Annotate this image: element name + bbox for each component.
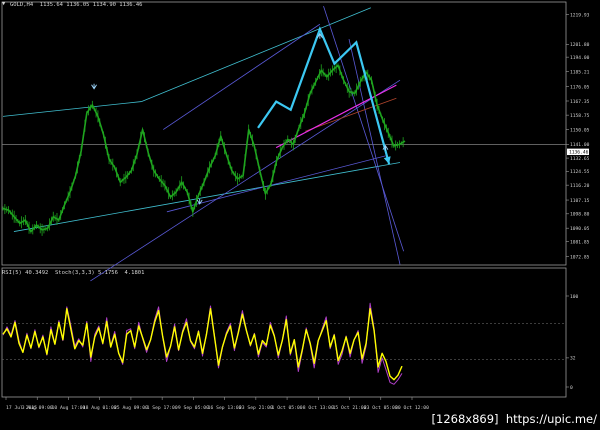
time-tick-label: 9 Sep 05:00 [178, 405, 209, 411]
trend-line-upper-cyan [2, 101, 142, 117]
price-tick-label: 1185.21 [570, 69, 590, 75]
price-tick-label: 1150.05 [570, 127, 590, 133]
pattern-polyline [257, 26, 391, 165]
time-tick-label: 3 Aug 09:00 [22, 405, 53, 411]
current-price-label: 1136.46 [569, 150, 589, 156]
trend-line-upper-cyan-2 [141, 7, 372, 102]
time-tick-label: 15 Oct 21:00 [333, 405, 367, 411]
support-line-magenta [275, 84, 397, 149]
price-tick-label: 1219.93 [570, 12, 590, 18]
time-tick-label: 23 Sep 21:00 [239, 405, 273, 411]
price-series [2, 61, 406, 236]
stochastic-line [2, 302, 403, 385]
symbol-dropdown-icon[interactable]: ▼ [2, 1, 5, 7]
time-tick-label: 1 Sep 17:00 [147, 405, 178, 411]
channel-line-blue-upper [163, 23, 321, 130]
price-tick-label: 1158.75 [570, 113, 590, 119]
chart-header: GOLD,H4 1135.64 1136.05 1134.90 1136.46 [10, 2, 143, 8]
time-tick-label: 1 Oct 05:00 [272, 405, 303, 411]
time-tick-label: 16 Sep 13:00 [208, 405, 242, 411]
time-tick-label: 8 Oct 13:00 [303, 405, 334, 411]
price-tick-label: 1167.35 [570, 99, 590, 105]
time-tick-label: 30 Oct 12:00 [395, 405, 429, 411]
price-tick-label: 1176.05 [570, 84, 590, 90]
watermark: [1268x869] https://upic.me/ [431, 412, 597, 426]
chart-window: 100 32 0 1219.93 1201.80 1194.00 1185.21 1176.… [0, 0, 600, 430]
descending-line-2 [348, 38, 401, 265]
time-tick-label: 10 Aug 17:00 [52, 405, 86, 411]
time-tick-label: 18 Aug 01:00 [83, 405, 117, 411]
price-tick-label: 1132.65 [570, 156, 590, 162]
price-line [2, 64, 406, 233]
price-tick-label: 1124.55 [570, 169, 590, 175]
rsi-line [2, 308, 403, 381]
indicator-tick-label: 0 [570, 385, 573, 391]
indicator-header: RSI(5) 40.3492 Stoch(3,3,3) 5.1756 4.180… [2, 270, 145, 276]
price-tick-label: 1081.85 [570, 239, 590, 245]
up-arrow-marker [91, 83, 97, 90]
chart-canvas[interactable]: 100 32 0 1219.93 1201.80 1194.00 1185.21 1176.… [0, 0, 600, 430]
indicator-panel: 100 32 0 [2, 294, 579, 391]
axes: 1219.93 1201.80 1194.00 1185.21 1176.05 1167.… [5, 12, 590, 411]
main-panel-frame [1, 1, 567, 266]
time-tick-label: 23 Oct 05:00 [364, 405, 398, 411]
resistance-line [305, 97, 397, 132]
indicator-tick-label: 32 [570, 356, 576, 362]
descending-line-1 [323, 6, 405, 252]
price-tick-label: 1201.80 [570, 42, 590, 48]
price-tick-label: 1107.15 [570, 198, 590, 204]
channel-line-blue-lower [90, 79, 401, 282]
price-tick-label: 1098.80 [570, 212, 590, 218]
time-tick-label: 25 Aug 09:00 [114, 405, 148, 411]
price-tick-label: 1090.05 [570, 226, 590, 232]
price-tick-label: 1141.00 [570, 142, 590, 148]
indicator-tick-label: 100 [570, 294, 579, 300]
price-tick-label: 1116.20 [570, 183, 590, 189]
trend-lines [2, 6, 405, 282]
price-tick-label: 1072.85 [570, 254, 590, 260]
price-tick-label: 1194.00 [570, 55, 590, 61]
pattern-arrow [257, 26, 391, 165]
panel-frames [1, 1, 567, 398]
